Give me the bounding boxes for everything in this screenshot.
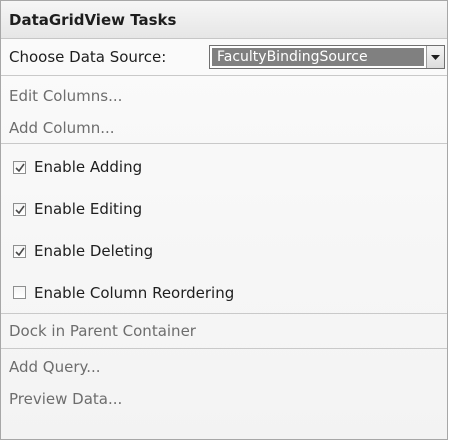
enable-deleting-label: Enable Deleting — [34, 242, 154, 260]
preview-data-link[interactable]: Preview Data... — [1, 383, 447, 415]
panel-title: DataGridView Tasks — [1, 1, 447, 39]
enable-deleting-checkbox[interactable] — [13, 244, 26, 258]
add-column-link[interactable]: Add Column... — [1, 112, 447, 144]
smart-tag-panel: DataGridView Tasks Choose Data Source: F… — [0, 0, 448, 440]
dropdown-arrow-button[interactable] — [426, 46, 444, 68]
add-query-link[interactable]: Add Query... — [1, 351, 447, 383]
data-source-dropdown[interactable]: FacultyBindingSource — [209, 45, 445, 69]
enable-editing-checkbox[interactable] — [13, 202, 26, 216]
enable-deleting-option[interactable]: Enable Deleting — [1, 230, 447, 272]
data-source-value: FacultyBindingSource — [212, 48, 424, 66]
enable-column-reordering-checkbox[interactable] — [13, 286, 26, 299]
data-source-label: Choose Data Source: — [9, 48, 167, 66]
edit-columns-link[interactable]: Edit Columns... — [1, 80, 447, 112]
enable-editing-label: Enable Editing — [34, 200, 143, 218]
enable-column-reordering-label: Enable Column Reordering — [34, 283, 235, 302]
check-icon — [14, 205, 25, 214]
check-icon — [14, 247, 25, 256]
check-icon — [14, 163, 25, 172]
enable-adding-label: Enable Adding — [34, 158, 143, 176]
enable-editing-option[interactable]: Enable Editing — [1, 188, 447, 230]
data-source-row: Choose Data Source: FacultyBindingSource — [1, 39, 447, 76]
dock-in-parent-link[interactable]: Dock in Parent Container — [1, 314, 447, 349]
enable-adding-option[interactable]: Enable Adding — [1, 146, 447, 188]
enable-column-reordering-option[interactable]: Enable Column Reordering — [1, 272, 447, 314]
enable-adding-checkbox[interactable] — [13, 160, 26, 174]
chevron-down-icon — [431, 54, 440, 60]
